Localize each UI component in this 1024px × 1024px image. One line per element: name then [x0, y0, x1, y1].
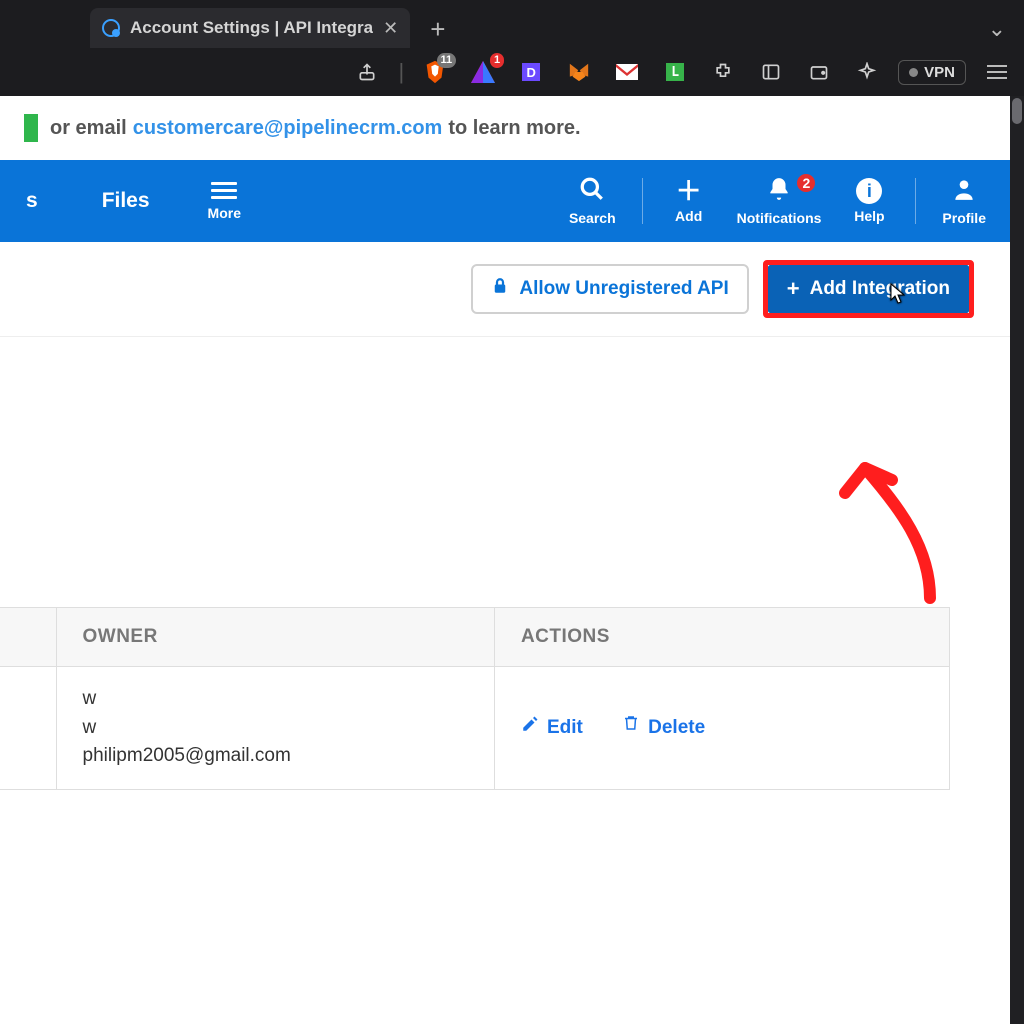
wallet-icon[interactable]: [802, 55, 836, 89]
browser-tabstrip: Account Settings | API Integra ✕ + ⌄: [0, 0, 1024, 48]
lock-icon: [491, 276, 509, 302]
delete-button[interactable]: Delete: [622, 713, 705, 743]
vpn-label: VPN: [924, 64, 955, 81]
table-header-row: OWNER ACTIONS: [0, 608, 950, 667]
nav-search[interactable]: Search: [555, 176, 630, 226]
new-tab-button[interactable]: +: [416, 16, 459, 48]
extensions-icon[interactable]: [706, 55, 740, 89]
main-nav: s Files More Search ＋ Add: [0, 160, 1010, 242]
scrollbar-track[interactable]: [1010, 96, 1024, 1024]
nav-notifications[interactable]: 2 Notifications: [723, 176, 836, 226]
nav-search-label: Search: [569, 210, 616, 226]
nav-separator: [915, 178, 916, 224]
page-content: or email customercare@pipelinecrm.com to…: [0, 96, 1010, 1024]
browser-toolbar: | 11 1 D L VPN: [0, 48, 1024, 96]
table-cell-blank: [0, 667, 56, 790]
vpn-status-dot: [909, 68, 918, 77]
plus-icon: ＋: [676, 178, 702, 204]
cursor-icon: [889, 282, 909, 311]
banner-accent: [24, 114, 38, 142]
banner-email-link[interactable]: customercare@pipelinecrm.com: [133, 117, 443, 140]
metamask-icon[interactable]: [562, 55, 596, 89]
pencil-icon: [521, 714, 539, 743]
mail-icon[interactable]: [610, 55, 644, 89]
page-actions: Allow Unregistered API + Add Integration: [0, 242, 1010, 337]
table-header-actions: ACTIONS: [494, 608, 949, 667]
allow-unregistered-api-button[interactable]: Allow Unregistered API: [471, 264, 748, 314]
add-integration-button[interactable]: + Add Integration: [767, 264, 970, 314]
leo-icon[interactable]: [850, 55, 884, 89]
person-icon: [951, 176, 977, 206]
info-banner: or email customercare@pipelinecrm.com to…: [0, 96, 1010, 160]
nav-more-label: More: [208, 205, 241, 221]
nav-item-files[interactable]: Files: [76, 189, 176, 213]
banner-suffix: to learn more.: [448, 117, 580, 140]
table-header-owner: OWNER: [56, 608, 494, 667]
toolbar-separator: |: [398, 59, 404, 85]
tabs-dropdown-icon[interactable]: ⌄: [988, 16, 1006, 48]
close-icon[interactable]: ✕: [383, 19, 398, 37]
allow-unregistered-label: Allow Unregistered API: [519, 278, 728, 300]
bell-icon: [766, 176, 792, 206]
info-icon: i: [856, 178, 882, 204]
owner-email: philipm2005@gmail.com: [83, 742, 468, 771]
ext-l-icon[interactable]: L: [658, 55, 692, 89]
banner-prefix: or email: [50, 117, 127, 140]
notifications-badge: 2: [795, 172, 817, 194]
vpn-button[interactable]: VPN: [898, 60, 966, 85]
ext-d-icon[interactable]: D: [514, 55, 548, 89]
nav-separator: [642, 178, 643, 224]
brave-shields-icon[interactable]: 11: [418, 55, 452, 89]
sidepanel-icon[interactable]: [754, 55, 788, 89]
search-icon: [579, 176, 605, 206]
actions-cell: Edit Delete: [494, 667, 949, 790]
trash-icon: [622, 713, 640, 743]
owner-line2: w: [83, 714, 468, 743]
integrations-table: OWNER ACTIONS w w philipm2005@gmail.com: [0, 607, 950, 790]
tab-title: Account Settings | API Integra: [130, 18, 373, 38]
owner-line1: w: [83, 685, 468, 714]
nav-help-label: Help: [854, 208, 884, 224]
nav-item-more[interactable]: More: [188, 182, 261, 221]
nav-profile-label: Profile: [942, 210, 986, 226]
edit-button[interactable]: Edit: [521, 714, 583, 743]
share-icon[interactable]: [350, 55, 384, 89]
nav-item-partial[interactable]: s: [0, 189, 64, 213]
browser-menu-icon[interactable]: [980, 55, 1014, 89]
scrollbar-thumb[interactable]: [1012, 98, 1022, 124]
table-row: w w philipm2005@gmail.com Edit: [0, 667, 950, 790]
nav-profile[interactable]: Profile: [928, 176, 1000, 226]
edit-label: Edit: [547, 714, 583, 743]
nav-add[interactable]: ＋ Add: [655, 178, 723, 224]
nav-notifications-label: Notifications: [737, 210, 822, 226]
nav-help[interactable]: i Help: [835, 178, 903, 224]
favicon-icon: [102, 19, 120, 37]
delete-label: Delete: [648, 714, 705, 743]
nav-add-label: Add: [675, 208, 702, 224]
browser-tab[interactable]: Account Settings | API Integra ✕: [90, 8, 410, 48]
plus-icon: +: [787, 276, 800, 302]
brave-rewards-icon[interactable]: 1: [466, 55, 500, 89]
rewards-badge: 1: [490, 53, 504, 68]
add-integration-label: Add Integration: [810, 278, 950, 300]
table-header-blank: [0, 608, 56, 667]
owner-cell: w w philipm2005@gmail.com: [56, 667, 494, 790]
content-gap: [0, 337, 1010, 607]
hamburger-icon: [211, 182, 237, 199]
shields-badge: 11: [437, 53, 457, 68]
